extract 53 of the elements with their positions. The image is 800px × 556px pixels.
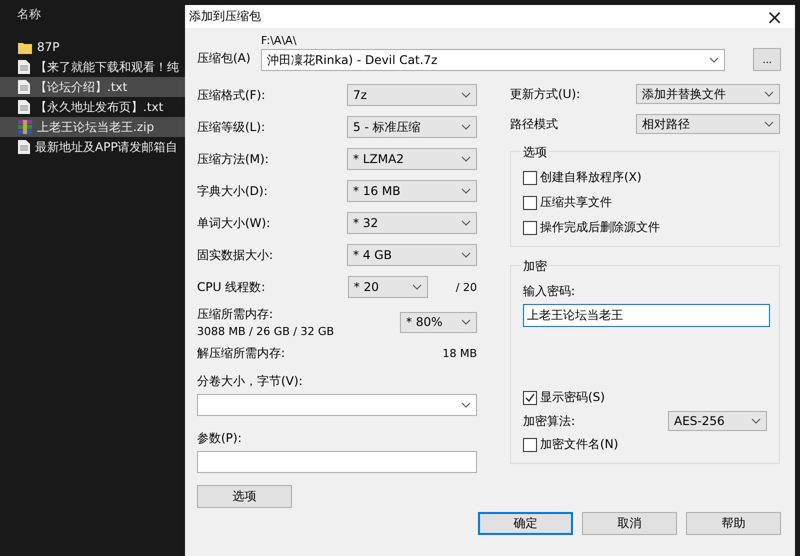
field-label: 固实数据大小: xyxy=(197,246,274,264)
field-label: 加密算法: xyxy=(523,412,576,430)
dropdown[interactable]: * 4 GB xyxy=(347,244,477,266)
checkbox-label: 加密文件名(N) xyxy=(540,436,618,453)
dropdown[interactable]: 沖田凜花Rinka) - Devil Cat.7z xyxy=(261,49,726,71)
field-label: 压缩方法(M): xyxy=(197,150,269,168)
dropdown[interactable]: * 16 MB xyxy=(347,180,477,202)
field-label: CPU 线程数: xyxy=(197,278,266,296)
field-label: 压缩格式(F): xyxy=(197,86,266,104)
field-label: 字典大小(D): xyxy=(197,182,268,200)
field-label: 压缩所需内存: xyxy=(197,306,274,323)
checkbox-label: 显示密码(S) xyxy=(540,389,605,406)
file-item[interactable]: 【永久地址发布页】.txt xyxy=(0,97,185,117)
group-title: 选项 xyxy=(521,144,549,161)
field-label: 压缩等级(L): xyxy=(197,118,266,136)
field-label: 解压缩所需内存: xyxy=(197,344,286,362)
memory-value: 18 MB xyxy=(442,346,477,360)
file-item[interactable]: 【论坛介绍】.txt xyxy=(0,77,185,97)
file-item[interactable]: 【来了就能下载和观看！纯 xyxy=(0,57,185,77)
field-label: 输入密码: xyxy=(523,283,576,300)
window-title: 添加到压缩包 xyxy=(189,8,261,25)
memory-detail: 3088 MB / 26 GB / 32 GB xyxy=(197,325,334,338)
field-label: 更新方式(U): xyxy=(510,86,580,102)
dropdown[interactable]: * 80% xyxy=(400,312,477,332)
close-button[interactable]: × xyxy=(762,4,787,28)
dropdown[interactable]: * LZMA2 xyxy=(347,148,477,170)
field-label: 参数(P): xyxy=(197,430,243,447)
file-item[interactable]: 87P xyxy=(0,37,185,57)
field-label: 单词大小(W): xyxy=(197,214,270,232)
dropdown[interactable]: * 32 xyxy=(347,212,477,234)
file-item[interactable]: 上老王论坛当老王.zip xyxy=(0,117,185,137)
dropdown[interactable]: 7z xyxy=(347,84,477,106)
dropdown[interactable]: * 20 xyxy=(348,276,428,298)
field-label: 路径模式 xyxy=(510,116,558,132)
file-item[interactable]: 最新地址及APP请发邮箱自 xyxy=(0,137,185,157)
dialog-button[interactable]: 帮助 xyxy=(686,512,781,535)
thread-max: / 20 xyxy=(456,280,477,294)
password-field[interactable]: 上老王论坛当老王 xyxy=(523,304,770,327)
dropdown[interactable]: 相对路径 xyxy=(636,114,780,134)
dialog-button[interactable]: 确定 xyxy=(478,512,573,535)
browse-button[interactable]: ... xyxy=(753,48,781,71)
dropdown[interactable]: AES-256 xyxy=(668,411,767,431)
dropdown[interactable]: 5 - 标准压缩 xyxy=(347,116,477,138)
field-label: 压缩包(A) xyxy=(197,50,252,67)
options-button[interactable]: 选项 xyxy=(197,485,292,508)
checkbox-label: 创建自释放程序(X) xyxy=(540,169,642,186)
field-label: 分卷大小，字节(V): xyxy=(197,373,304,390)
checkbox-label: 压缩共享文件 xyxy=(540,194,612,211)
dialog-button[interactable]: 取消 xyxy=(582,512,677,535)
path-text: F:\A\A\ xyxy=(261,34,298,47)
column-header[interactable]: 名称 xyxy=(0,6,185,37)
dropdown[interactable]: 添加并替换文件 xyxy=(636,84,780,104)
checkbox-label: 操作完成后删除源文件 xyxy=(540,219,660,236)
